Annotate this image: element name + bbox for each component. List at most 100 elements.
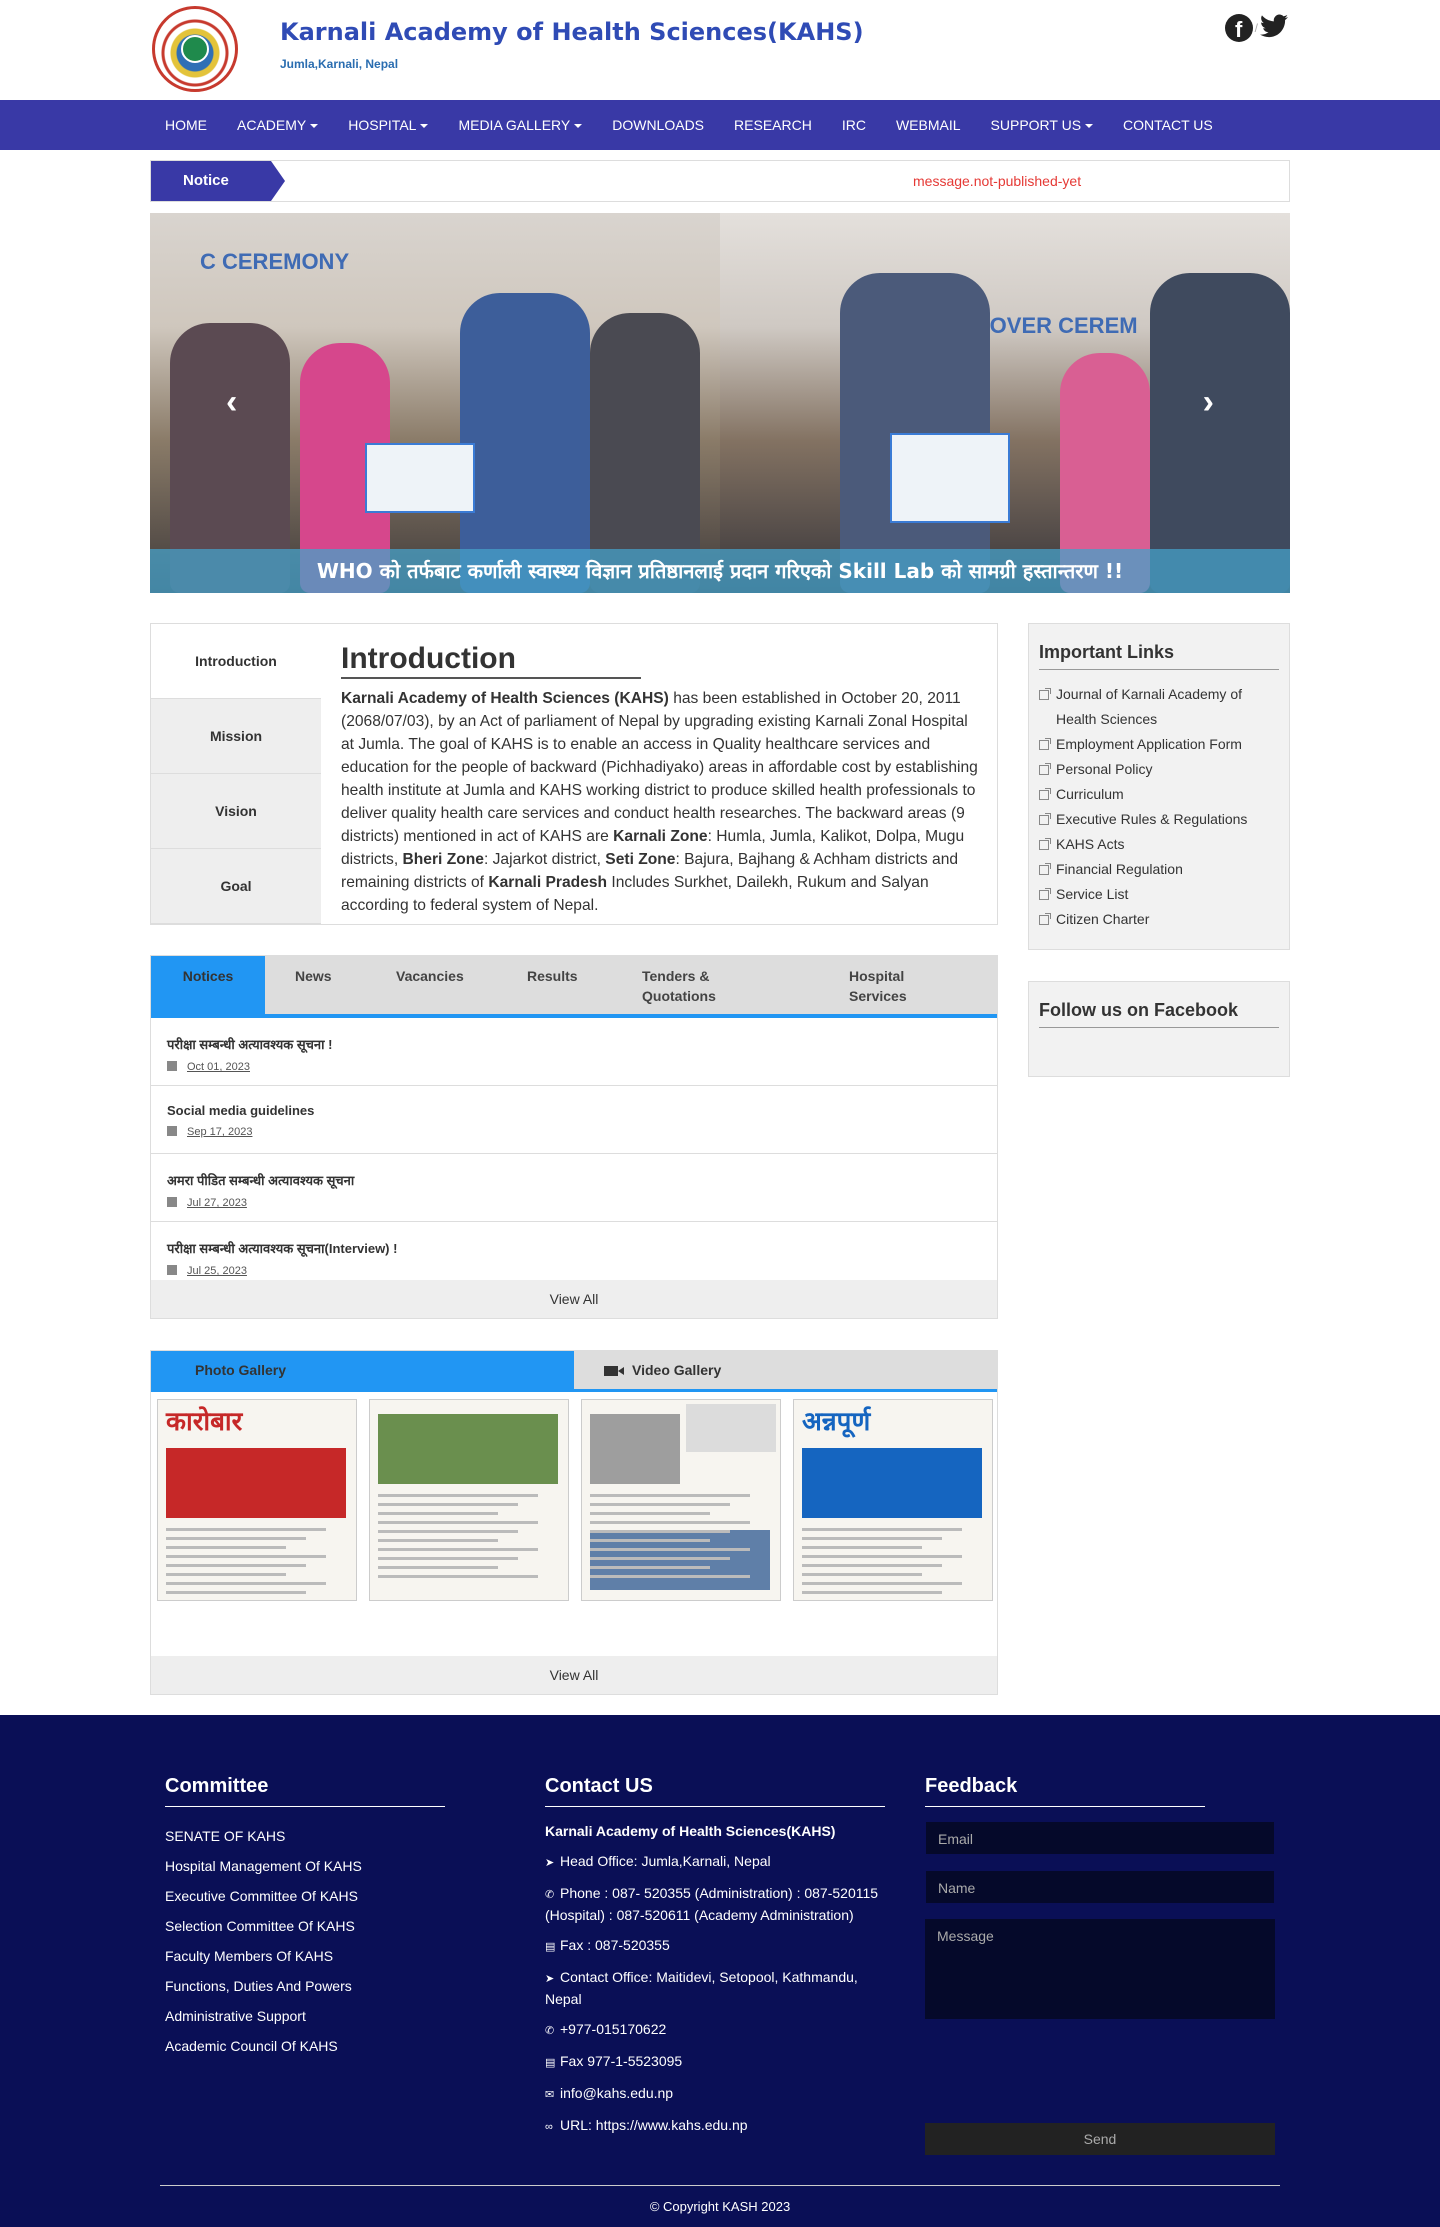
gallery-thumbnail[interactable]: कारोबार: [157, 1399, 357, 1601]
important-link-label: Journal of Karnali Academy of Health Sci…: [1056, 686, 1242, 727]
important-link[interactable]: Financial Regulation: [1039, 857, 1284, 882]
committee-link[interactable]: Academic Council Of KAHS: [165, 2031, 445, 2061]
important-link[interactable]: Journal of Karnali Academy of Health Sci…: [1039, 682, 1284, 732]
text-line: [590, 1566, 710, 1569]
video-camera-icon: [604, 1366, 624, 1376]
text-line: [166, 1564, 306, 1567]
important-link-label: Citizen Charter: [1056, 911, 1150, 927]
tab-goal[interactable]: Goal: [151, 849, 321, 924]
notice-title[interactable]: परीक्षा सम्बन्धी अत्यावश्यक सूचना !: [167, 1035, 997, 1053]
tab-mission[interactable]: Mission: [151, 699, 321, 774]
twitter-icon[interactable]: [1260, 14, 1290, 42]
nav-item-research[interactable]: RESEARCH: [719, 100, 827, 150]
tab-introduction[interactable]: Introduction: [151, 624, 321, 699]
notice-item[interactable]: अमरा पीडित सम्बन्धी अत्यावश्यक सूचना Jul …: [151, 1154, 997, 1222]
text-line: [378, 1548, 538, 1551]
committee-link[interactable]: Functions, Duties And Powers: [165, 1971, 445, 2001]
contact-text[interactable]: URL: https://www.kahs.edu.np: [560, 2117, 748, 2133]
contact-text[interactable]: info@kahs.edu.np: [560, 2085, 673, 2101]
important-link[interactable]: Curriculum: [1039, 782, 1284, 807]
notice-title[interactable]: Social media guidelines: [167, 1103, 997, 1118]
important-link[interactable]: Employment Application Form: [1039, 732, 1284, 757]
mail-icon: ✉: [545, 2089, 555, 2101]
nav-item-downloads[interactable]: DOWNLOADS: [597, 100, 719, 150]
text-line: [590, 1503, 730, 1506]
gallery-panel: Photo Gallery Video Gallery कारोबार अन्नप…: [150, 1350, 998, 1695]
carousel-next-icon[interactable]: ›: [1203, 383, 1214, 422]
contact-item: ∞ URL: https://www.kahs.edu.np: [545, 2115, 885, 2137]
caret-down-icon: [310, 124, 319, 129]
external-link-icon: [1039, 838, 1051, 850]
nav-item-support-us[interactable]: SUPPORT US: [976, 100, 1109, 150]
contact-item: ✆ Phone : 087- 520355 (Administration) : …: [545, 1883, 885, 1925]
important-link[interactable]: Citizen Charter: [1039, 907, 1284, 932]
notice-item[interactable]: Social media guidelines Sep 17, 2023: [151, 1086, 997, 1154]
tab-news[interactable]: News: [295, 956, 375, 1014]
important-link-label: Personal Policy: [1056, 761, 1153, 777]
intro-tabs: Introduction Mission Vision Goal: [151, 624, 321, 924]
nav-item-media-gallery[interactable]: MEDIA GALLERY: [443, 100, 597, 150]
nav-item-home[interactable]: HOME: [150, 100, 222, 150]
hero-carousel[interactable]: C CEREMONY HAND OVER CEREM WHO को तर्फबा…: [150, 213, 1290, 593]
feedback-message-textarea[interactable]: Message: [925, 1919, 1275, 2019]
facebook-icon[interactable]: f: [1224, 14, 1253, 42]
nav-item-label: WEBMAIL: [895, 117, 961, 133]
tab-hospital-services[interactable]: Hospital Services: [849, 956, 929, 1014]
contact-column: Contact US Karnali Academy of Health Sci…: [545, 1775, 885, 2147]
notice-item[interactable]: परीक्षा सम्बन्धी अत्यावश्यक सूचना ! Oct 0…: [151, 1018, 997, 1086]
notice-message[interactable]: message.not-published-yet: [913, 173, 1081, 189]
nav-item-academy[interactable]: ACADEMY: [222, 100, 333, 150]
site-title[interactable]: Karnali Academy of Health Sciences(KAHS): [280, 18, 864, 46]
feedback-send-button[interactable]: Send: [925, 2123, 1275, 2155]
notice-title[interactable]: अमरा पीडित सम्बन्धी अत्यावश्यक सूचना: [167, 1171, 997, 1189]
committee-link[interactable]: Hospital Management Of KAHS: [165, 1851, 445, 1881]
gallery-thumbnail[interactable]: अन्नपूर्ण: [793, 1399, 993, 1601]
important-link[interactable]: Service List: [1039, 882, 1284, 907]
committee-link[interactable]: Executive Committee Of KAHS: [165, 1881, 445, 1911]
feedback-name-input[interactable]: Name: [925, 1870, 1275, 1904]
tab-tenders[interactable]: Tenders & Quotations: [642, 956, 742, 1014]
nav-item-hospital[interactable]: HOSPITAL: [333, 100, 443, 150]
phone-icon: ✆: [545, 1889, 555, 1901]
kahs-logo[interactable]: [152, 6, 238, 92]
text-line: [378, 1530, 518, 1533]
committee-list: SENATE OF KAHS Hospital Management Of KAH…: [165, 1821, 445, 2061]
facebook-title: Follow us on Facebook: [1039, 1000, 1279, 1028]
text-line: [378, 1521, 538, 1524]
notice-title[interactable]: परीक्षा सम्बन्धी अत्यावश्यक सूचना(Interv…: [167, 1239, 997, 1257]
feedback-email-input[interactable]: Email: [925, 1821, 1275, 1855]
gallery-thumbnail[interactable]: [369, 1399, 569, 1601]
nav-item-label: ACADEMY: [237, 117, 307, 133]
fax-icon: ▤: [545, 1941, 556, 1953]
nav-item-irc[interactable]: IRC: [827, 100, 881, 150]
intro-text: Karnali Academy of Health Sciences (KAHS…: [341, 690, 978, 914]
text-line: [590, 1539, 710, 1542]
committee-link[interactable]: SENATE OF KAHS: [165, 1821, 445, 1851]
committee-link[interactable]: Faculty Members Of KAHS: [165, 1941, 445, 1971]
contact-item: ✆ +977-015170622: [545, 2019, 885, 2041]
carousel-prev-icon[interactable]: ‹: [226, 383, 237, 422]
nav-item-webmail[interactable]: WEBMAIL: [881, 100, 976, 150]
notice-date-text: Jul 25, 2023: [187, 1265, 247, 1277]
committee-column: Committee SENATE OF KAHS Hospital Managem…: [165, 1775, 445, 2061]
committee-link[interactable]: Selection Committee Of KAHS: [165, 1911, 445, 1941]
important-link[interactable]: Executive Rules & Regulations: [1039, 807, 1284, 832]
notice-item[interactable]: परीक्षा सम्बन्धी अत्यावश्यक सूचना(Interv…: [151, 1222, 997, 1280]
tab-vision[interactable]: Vision: [151, 774, 321, 849]
important-link[interactable]: KAHS Acts: [1039, 832, 1284, 857]
gallery-thumbnail[interactable]: [581, 1399, 781, 1601]
tab-notices[interactable]: Notices: [151, 956, 265, 1014]
photo-gallery-label: Photo Gallery: [195, 1362, 287, 1378]
tab-results[interactable]: Results: [527, 956, 607, 1014]
text-line: [378, 1512, 498, 1515]
tab-photo-gallery[interactable]: Photo Gallery: [151, 1351, 574, 1389]
tab-vacancies[interactable]: Vacancies: [396, 956, 486, 1014]
nav-item-contact-us[interactable]: CONTACT US: [1108, 100, 1228, 150]
notices-view-all-link[interactable]: View All: [151, 1280, 997, 1318]
important-link[interactable]: Personal Policy: [1039, 757, 1284, 782]
contact-text: Fax : 087-520355: [560, 1937, 670, 1953]
gallery-view-all-link[interactable]: View All: [151, 1656, 997, 1694]
committee-link[interactable]: Administrative Support: [165, 2001, 445, 2031]
tab-video-gallery[interactable]: Video Gallery: [574, 1351, 997, 1389]
caret-down-icon: [420, 124, 429, 129]
